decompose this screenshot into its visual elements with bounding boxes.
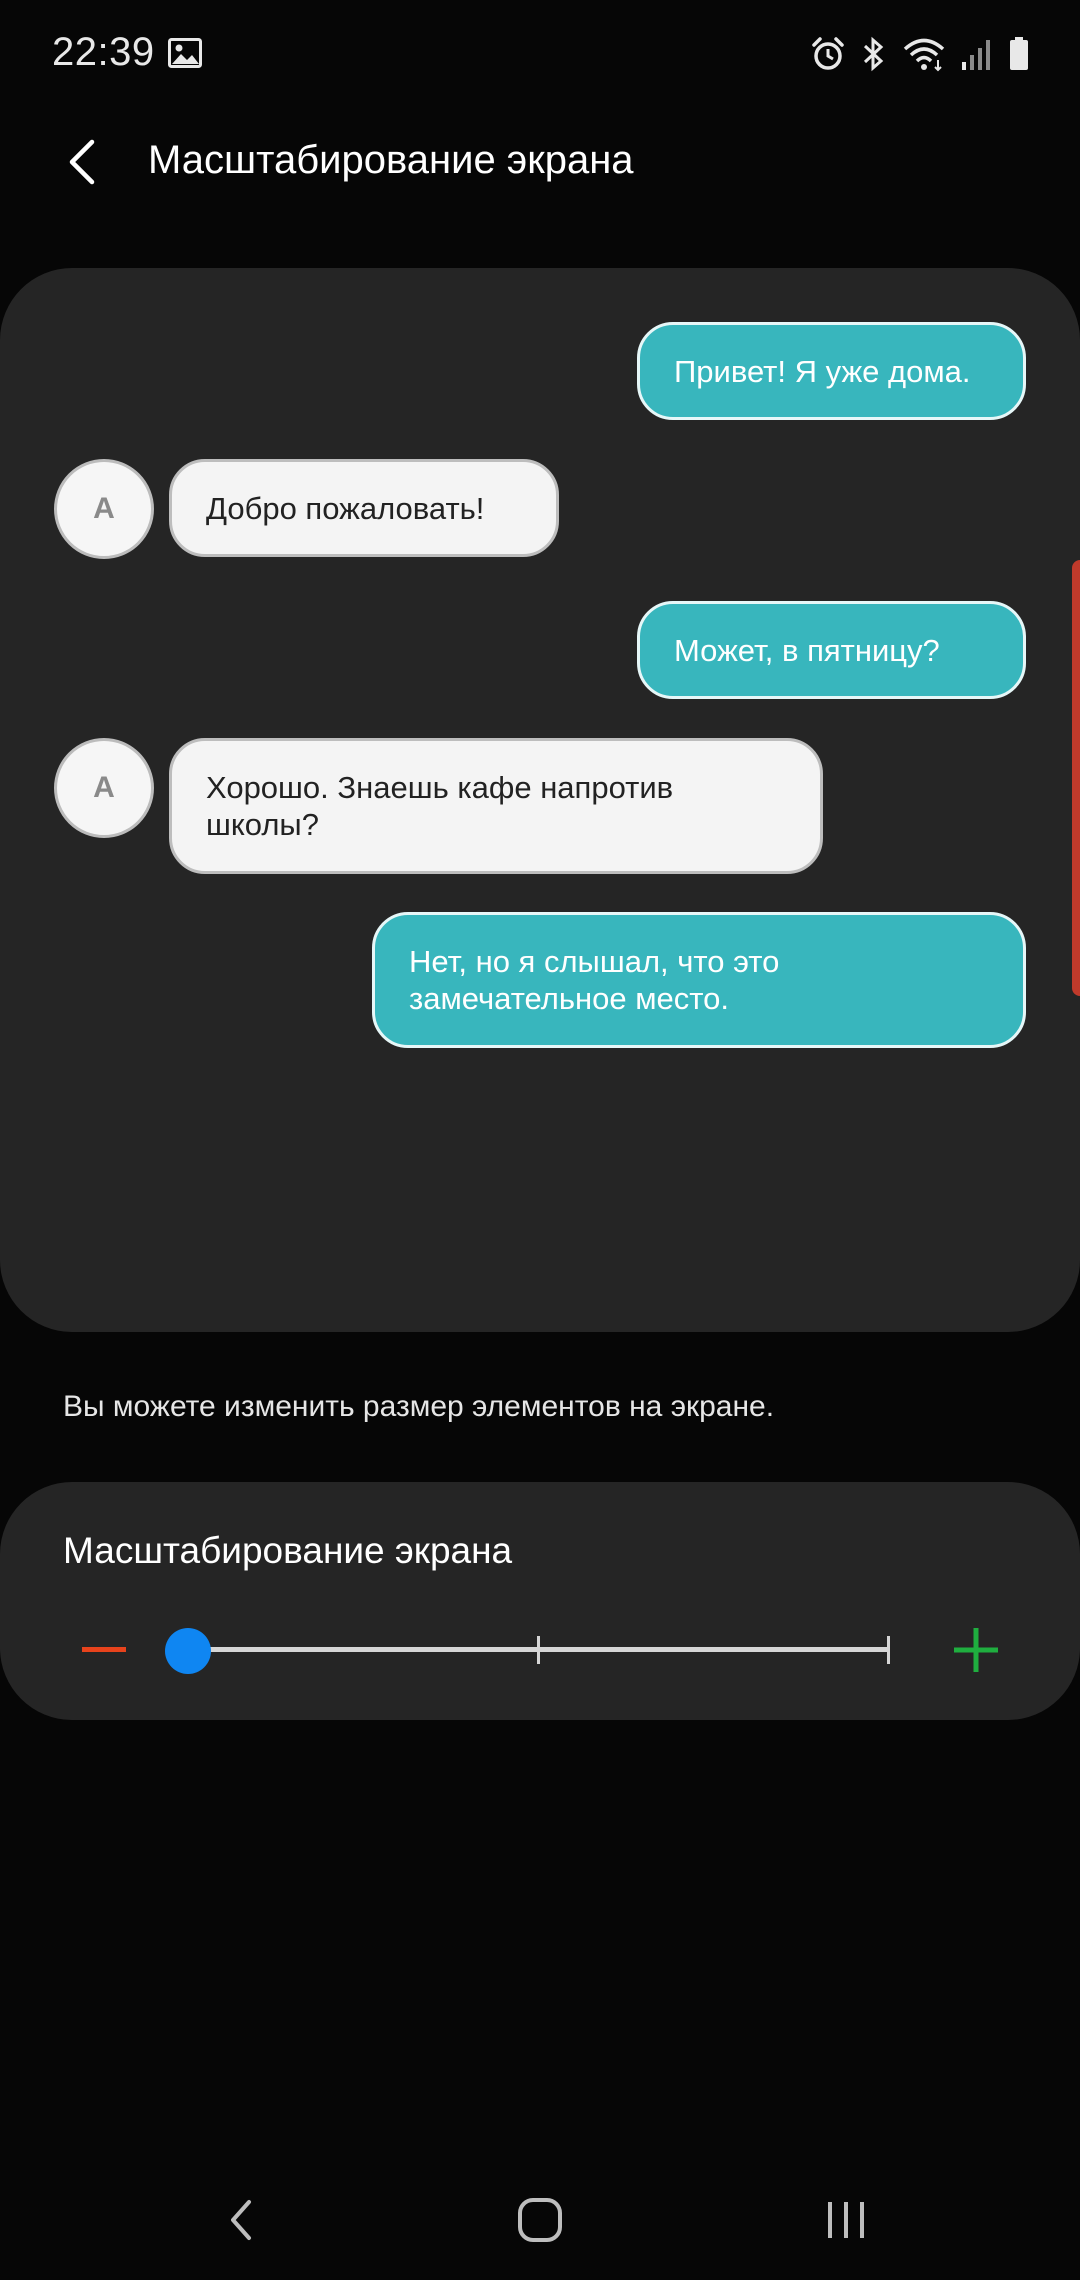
back-nav-icon xyxy=(231,2200,251,2240)
message-bubble-sent: Нет, но я слышал, что это замечательное … xyxy=(372,912,1026,1048)
status-icons xyxy=(810,34,1030,74)
avatar: A xyxy=(54,738,154,838)
message-bubble-sent: Может, в пятницу? xyxy=(637,601,1026,699)
status-bar: 22:39 xyxy=(0,0,1080,110)
scroll-indicator[interactable] xyxy=(1072,560,1080,996)
plus-icon xyxy=(954,1628,998,1672)
slider-tick xyxy=(886,1636,890,1664)
zoom-title: Масштабирование экрана xyxy=(63,1530,513,1571)
recent-apps-icon xyxy=(828,2202,864,2238)
zoom-decrease-button[interactable] xyxy=(66,1620,142,1680)
navigation-bar xyxy=(0,2160,1080,2280)
slider-thumb[interactable] xyxy=(165,1628,211,1674)
message-bubble-received: Добро пожаловать! xyxy=(169,459,559,557)
page-title: Масштабирование экрана xyxy=(148,138,634,182)
nav-recent-apps-button[interactable] xyxy=(806,2190,886,2250)
message-bubble-received: Хорошо. Знаешь кафе напротив школы? xyxy=(169,738,823,874)
wifi-icon xyxy=(902,36,946,72)
minus-icon xyxy=(82,1647,126,1652)
preview-panel: Привет! Я уже дома. A Добро пожаловать! … xyxy=(0,268,1080,1332)
description-text: Вы можете изменить размер элементов на э… xyxy=(63,1390,775,1423)
zoom-card: Масштабирование экрана xyxy=(0,1482,1080,1720)
bluetooth-icon xyxy=(860,36,888,72)
nav-back-button[interactable] xyxy=(202,2190,282,2250)
signal-icon xyxy=(960,36,994,72)
zoom-slider[interactable] xyxy=(165,1620,896,1680)
alarm-icon xyxy=(810,36,846,72)
nav-home-button[interactable] xyxy=(500,2190,580,2250)
status-time: 22:39 xyxy=(52,30,155,74)
back-button[interactable] xyxy=(52,132,112,192)
slider-tick xyxy=(536,1636,540,1664)
avatar: A xyxy=(54,459,154,559)
battery-icon xyxy=(1008,36,1030,72)
chevron-left-icon xyxy=(69,139,95,185)
gallery-icon xyxy=(168,38,202,68)
home-nav-icon xyxy=(518,2198,562,2242)
zoom-increase-button[interactable] xyxy=(938,1620,1014,1680)
app-bar: Масштабирование экрана xyxy=(0,120,1080,210)
message-bubble-sent: Привет! Я уже дома. xyxy=(637,322,1026,420)
